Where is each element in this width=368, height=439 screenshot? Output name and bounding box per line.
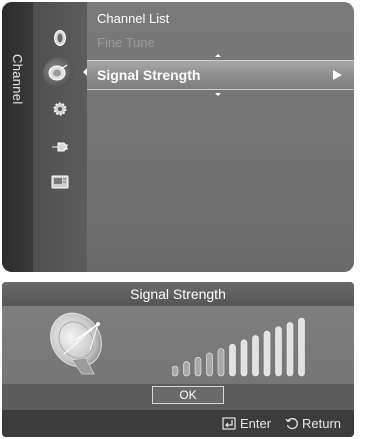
input-plug-icon[interactable] — [50, 137, 70, 157]
signal-bar — [240, 339, 248, 377]
satellite-dish-icon — [50, 312, 102, 375]
picture-icon[interactable] — [50, 28, 70, 48]
enter-label: Enter — [240, 416, 272, 431]
signal-bar — [217, 348, 225, 377]
ok-button[interactable]: OK — [152, 386, 224, 404]
scroll-down-icon — [215, 93, 221, 96]
signal-strength-meter — [172, 317, 305, 377]
menu-item-channel-list[interactable]: Channel List — [97, 11, 169, 26]
menu-icon-column — [33, 2, 87, 272]
signal-bar — [286, 322, 294, 377]
enter-hint: Enter — [222, 416, 271, 431]
application-icon[interactable] — [50, 172, 70, 192]
return-hint: Return — [285, 416, 341, 431]
category-tab: Channel — [2, 2, 33, 272]
signal-bar — [298, 317, 305, 377]
signal-bar — [194, 356, 202, 377]
signal-strength-dialog: Signal Strength OK Enter Return — [2, 282, 354, 437]
antenna-dish-icon[interactable] — [43, 58, 73, 88]
signal-bar — [252, 335, 259, 377]
enter-icon — [222, 417, 236, 430]
menu-content: Channel List Fine Tune Signal Strength — [83, 2, 354, 272]
signal-bar — [263, 330, 271, 377]
setup-gear-icon[interactable] — [50, 99, 70, 119]
scroll-up-icon — [215, 54, 221, 57]
signal-bar — [183, 361, 190, 377]
signal-bar — [275, 326, 282, 377]
menu-item-signal-strength[interactable]: Signal Strength — [87, 60, 354, 90]
signal-bar — [172, 365, 179, 377]
return-icon — [285, 417, 298, 430]
menu-item-fine-tune: Fine Tune — [97, 35, 155, 50]
category-label: Channel — [10, 53, 25, 105]
dialog-title: Signal Strength — [2, 282, 354, 306]
submenu-arrow-icon — [333, 70, 342, 80]
signal-bar — [229, 343, 236, 377]
dialog-body — [2, 306, 354, 384]
menu-item-signal-strength-label: Signal Strength — [97, 67, 201, 83]
return-label: Return — [302, 416, 342, 431]
selection-pointer-icon — [83, 68, 87, 76]
dialog-footer: Enter Return — [2, 410, 354, 437]
signal-bar — [206, 352, 213, 377]
category-label-wrap: Channel — [2, 44, 33, 114]
menu-panel: Channel Channel List Fine Tune Signal St… — [2, 2, 354, 272]
